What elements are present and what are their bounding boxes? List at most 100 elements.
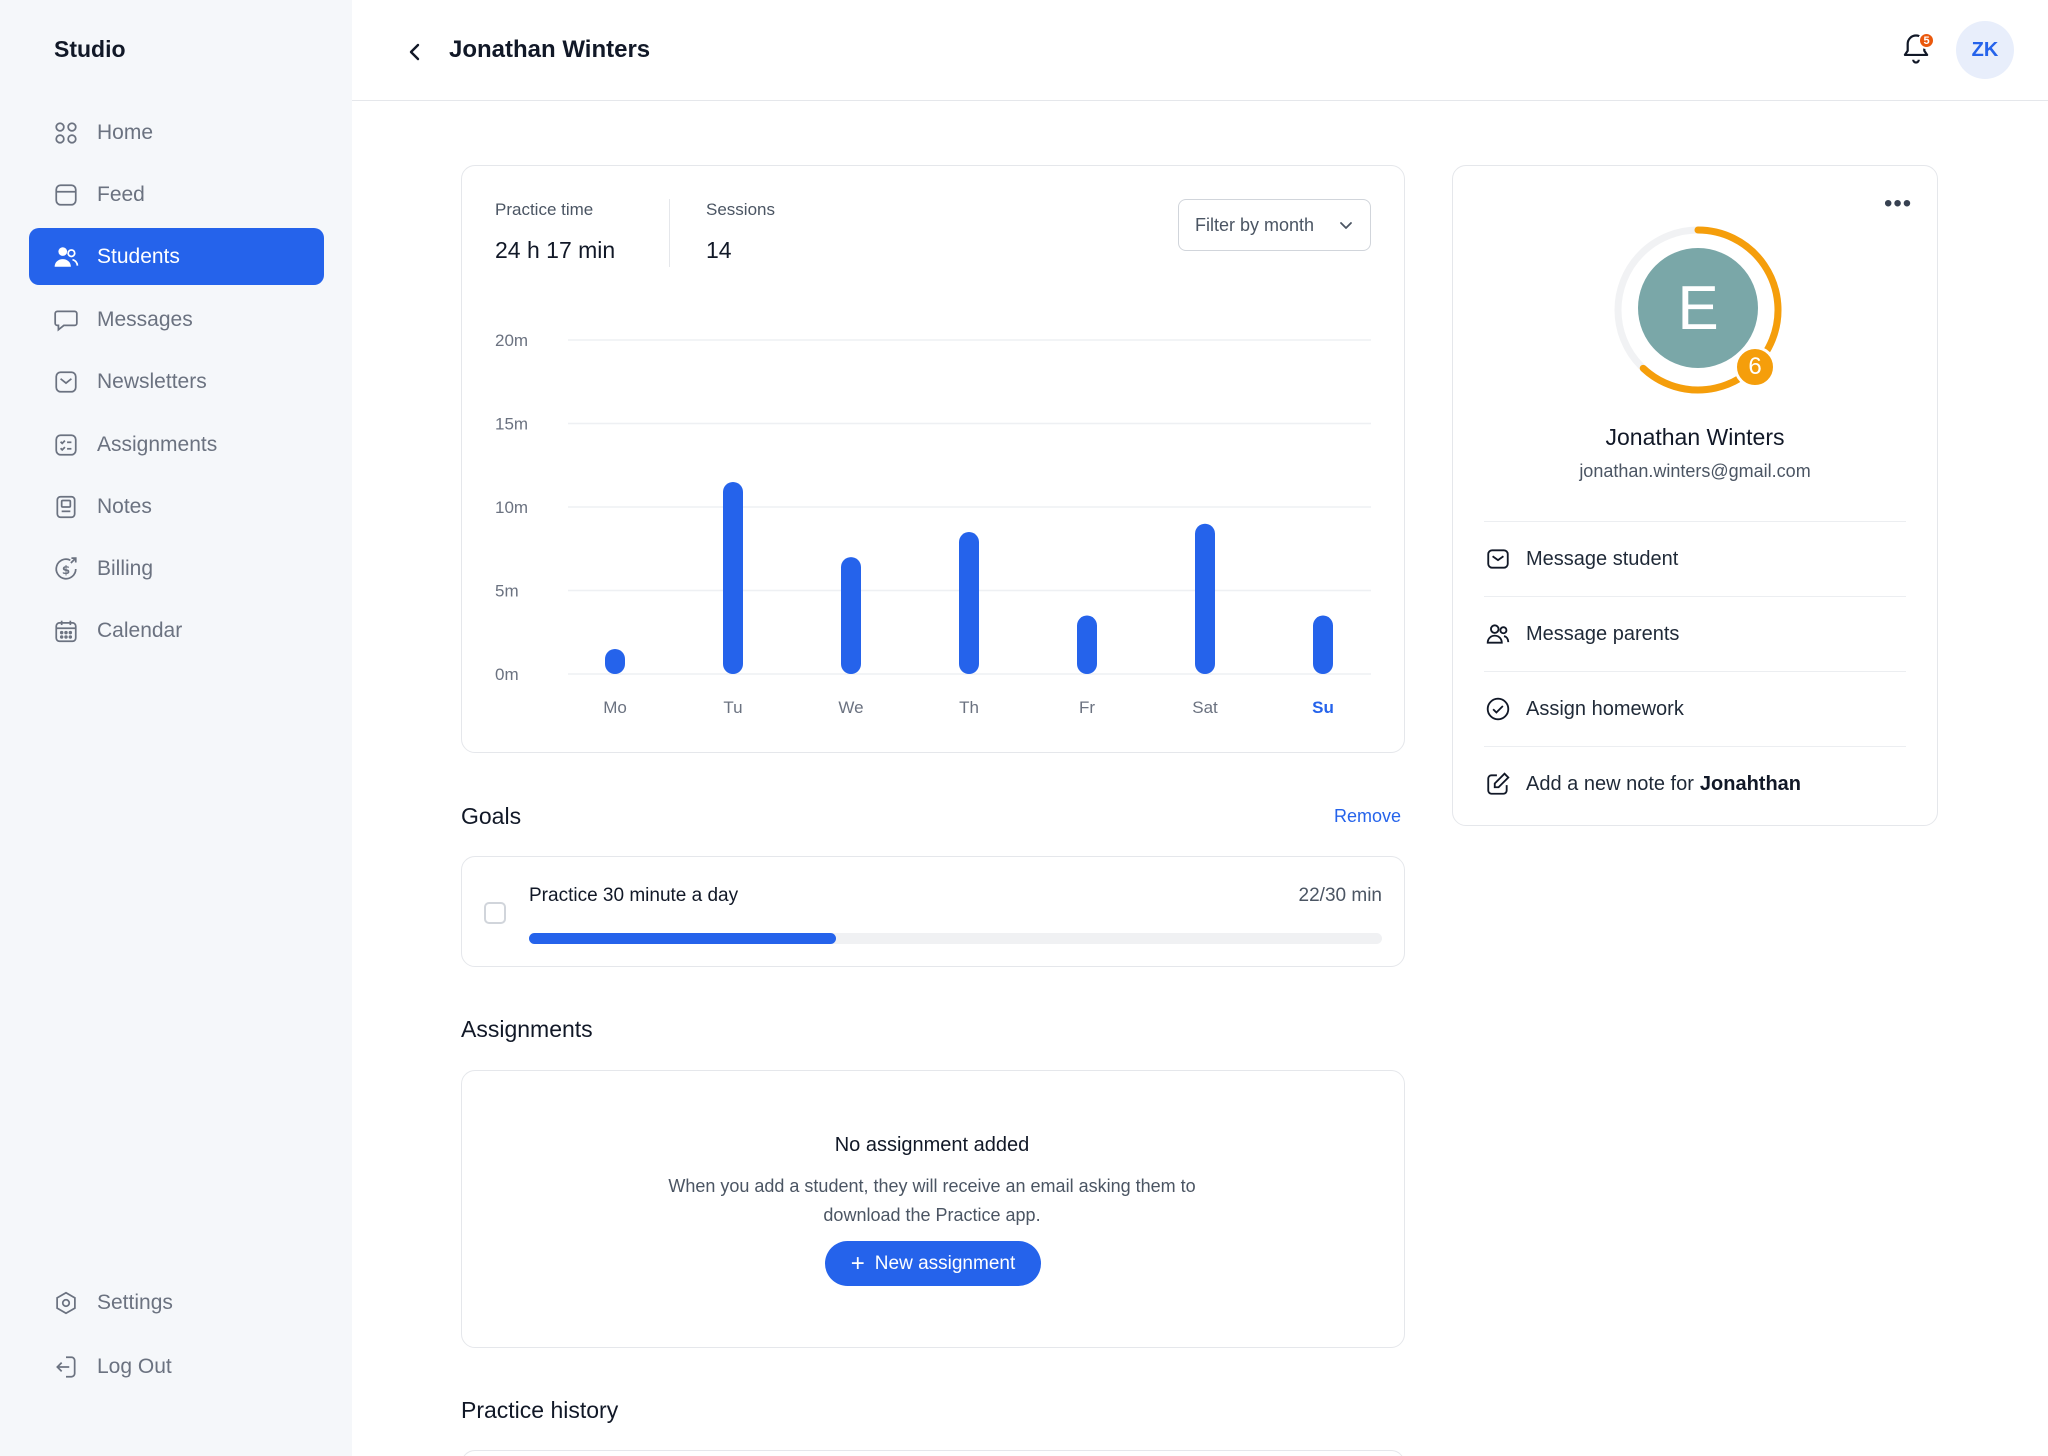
- sidebar-item-label: Billing: [97, 556, 154, 580]
- back-button[interactable]: [400, 37, 430, 67]
- action-label: Message parents: [1526, 622, 1680, 645]
- sidebar-item-label: Students: [97, 244, 180, 268]
- goal-value: 22/30 min: [1298, 885, 1382, 906]
- user-avatar[interactable]: ZK: [1956, 21, 2014, 79]
- sessions-value: 14: [706, 237, 732, 263]
- sidebar-item-home[interactable]: Home: [29, 104, 324, 161]
- x-tick-label-su: Su: [1312, 698, 1334, 717]
- sidebar-item-newsletters[interactable]: Newsletters: [29, 353, 324, 410]
- svg-text:$: $: [62, 562, 70, 576]
- goal-label: Practice 30 minute a day: [529, 885, 739, 906]
- sidebar-item-messages[interactable]: Messages: [29, 291, 324, 348]
- action-label: Message student: [1526, 547, 1679, 570]
- empty-state-title: No assignment added: [834, 1134, 1030, 1156]
- sidebar-item-label: Settings: [97, 1290, 173, 1314]
- sidebar-item-label: Newsletters: [97, 369, 207, 393]
- edit-icon: [1487, 772, 1510, 795]
- more-options-button[interactable]: •••: [1884, 192, 1912, 216]
- chart-bar-fr[interactable]: [1077, 615, 1097, 674]
- x-tick-label-sat: Sat: [1192, 698, 1218, 717]
- remove-goal-link[interactable]: Remove: [1334, 806, 1401, 827]
- page-title: Jonathan Winters: [449, 36, 651, 63]
- users-icon: [54, 246, 79, 267]
- more-horizontal-icon: •••: [1884, 190, 1913, 217]
- assignments-title: Assignments: [461, 1016, 593, 1042]
- sidebar-item-label: Home: [97, 120, 154, 144]
- stat-divider: [669, 199, 670, 267]
- goals-title: Goals: [461, 803, 522, 829]
- goal-card: [461, 856, 1405, 967]
- practice-time-value: 24 h 17 min: [495, 237, 616, 263]
- y-tick-label: 20m: [495, 331, 528, 350]
- x-tick-label-we: We: [838, 698, 863, 717]
- goal-checkbox[interactable]: [484, 902, 506, 924]
- chart-bar-mo[interactable]: [605, 648, 625, 674]
- users-icon: [1486, 624, 1510, 644]
- notebook-icon: [56, 495, 76, 518]
- x-tick-label-th: Th: [959, 698, 979, 717]
- chevron-down-icon: [1340, 222, 1352, 229]
- billing-icon: $: [55, 556, 77, 580]
- calendar-icon: [55, 620, 77, 642]
- x-tick-label-fr: Fr: [1079, 698, 1095, 717]
- y-tick-label: 10m: [495, 498, 528, 517]
- level-badge: 6: [1734, 346, 1776, 388]
- sidebar-item-label: Log Out: [97, 1354, 172, 1378]
- sidebar-item-label: Calendar: [97, 618, 183, 642]
- notification-badge: 5: [1918, 32, 1935, 49]
- message-icon: [54, 309, 78, 332]
- sidebar-item-assignments[interactable]: Assignments: [29, 416, 324, 473]
- check-circle-icon: [1486, 697, 1510, 721]
- grid-icon: [55, 121, 77, 144]
- sidebar-item-logout[interactable]: Log Out: [29, 1338, 324, 1395]
- chart-bar-th[interactable]: [959, 532, 979, 674]
- x-tick-label-mo: Mo: [603, 698, 627, 717]
- sidebar-item-calendar[interactable]: Calendar: [29, 602, 324, 659]
- student-avatar: E: [1638, 248, 1758, 368]
- goal-progress-bar: [529, 933, 1382, 944]
- sessions-label: Sessions: [706, 200, 775, 219]
- logout-icon: [56, 1355, 76, 1378]
- practice-time-label: Practice time: [495, 200, 594, 219]
- plus-icon: +: [850, 1249, 865, 1277]
- action-label: Assign homework: [1526, 697, 1684, 720]
- sidebar-item-notes[interactable]: Notes: [29, 478, 324, 535]
- y-tick-label: 5m: [495, 582, 519, 601]
- chart-bar-su[interactable]: [1313, 615, 1333, 674]
- new-assignment-button[interactable]: + New assignment: [825, 1241, 1041, 1286]
- new-assignment-label: New assignment: [874, 1252, 1016, 1274]
- student-email: jonathan.winters@gmail.com: [1579, 461, 1811, 481]
- message-student-action[interactable]: Message student: [1484, 521, 1906, 596]
- sidebar-item-label: Assignments: [97, 432, 218, 456]
- filter-by-month-dropdown[interactable]: Filter by month: [1178, 199, 1371, 251]
- practice-bar-chart: 0m 5m 10m 15m 20m Mo Tu We Th Fr Sat Su: [495, 331, 1371, 717]
- empty-state-description: When you add a student, they will receiv…: [668, 1176, 1196, 1225]
- settings-icon: [56, 1291, 76, 1314]
- action-label: Add a new note for: [1526, 772, 1694, 795]
- practice-history-card: [461, 1450, 1405, 1456]
- goal-progress-fill: [529, 933, 837, 944]
- sidebar-item-settings[interactable]: Settings: [29, 1274, 324, 1331]
- action-label-student: Jonahthan: [1699, 772, 1802, 795]
- chart-bar-tu[interactable]: [723, 481, 743, 674]
- add-note-action[interactable]: Add a new note for Jonahthan: [1484, 746, 1906, 821]
- chevron-left-icon: [409, 43, 420, 61]
- student-name: Jonathan Winters: [1605, 424, 1785, 450]
- sidebar-item-label: Notes: [97, 494, 152, 518]
- mail-icon: [1487, 549, 1509, 569]
- feed-icon: [55, 183, 77, 206]
- y-tick-label: 15m: [495, 415, 528, 434]
- x-tick-label-tu: Tu: [723, 698, 742, 717]
- sidebar-item-feed[interactable]: Feed: [29, 166, 324, 223]
- message-parents-action[interactable]: Message parents: [1484, 596, 1906, 671]
- chart-bar-sat[interactable]: [1195, 523, 1215, 674]
- chart-bar-we[interactable]: [841, 557, 861, 674]
- sidebar-item-label: Feed: [97, 182, 145, 206]
- filter-label: Filter by month: [1195, 214, 1315, 235]
- assign-homework-action[interactable]: Assign homework: [1484, 671, 1906, 746]
- sidebar: Studio Home Feed Students Messages Newsl…: [0, 0, 352, 1456]
- sidebar-item-billing[interactable]: $ Billing: [29, 540, 324, 597]
- sidebar-item-students[interactable]: Students: [29, 228, 324, 285]
- sidebar-item-label: Messages: [97, 307, 193, 331]
- brand-logo: Studio: [54, 36, 126, 62]
